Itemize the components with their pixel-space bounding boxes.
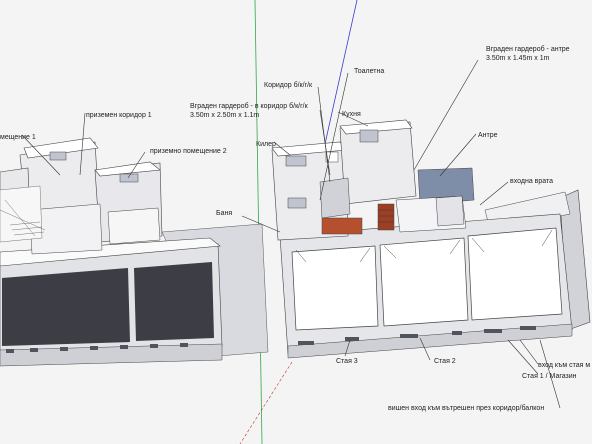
label-corridor-bkgk: Коридор б/к/г/к <box>264 81 313 89</box>
label-toilet: Тоалетна <box>354 68 384 75</box>
label-bath: Баня <box>216 210 232 217</box>
label-wardrobe-hall-size: 3.50m x 1.45m x 1m <box>486 55 550 62</box>
left-building[interactable] <box>0 137 269 367</box>
label-kitchen: Кухня <box>342 111 361 118</box>
label-entry-room1: вход към стая м <box>538 362 590 369</box>
label-wardrobe-corridor: Вграден гардероб - в коридор б/к/г/к <box>190 102 309 110</box>
red-axis <box>239 361 293 444</box>
label-wardrobe-corridor-size: 3.50m x 2.50m x 1.1m <box>190 112 259 119</box>
label-ground-corridor: приземен коридор 1 <box>86 112 152 119</box>
right-building[interactable] <box>271 119 591 359</box>
label-entrance-door: входна врата <box>510 178 553 185</box>
label-hall: Антре <box>478 132 498 139</box>
model-canvas[interactable]: мещение 1 приземен коридор 1 приземно по… <box>0 0 592 444</box>
label-room1-shop: Стая 1 / Магазин <box>522 373 577 380</box>
label-room1-left: мещение 1 <box>0 134 36 141</box>
label-room2: Стая 2 <box>434 358 456 365</box>
label-kiler: Килер <box>256 141 276 148</box>
label-room3: Стая 3 <box>336 358 358 365</box>
sketchup-viewport[interactable]: мещение 1 приземен коридор 1 приземно по… <box>0 0 592 444</box>
label-elevated-entry: вишен вход към вътрешен през коридор/бал… <box>388 404 544 412</box>
label-ground-room2: приземно помещение 2 <box>150 148 227 155</box>
label-wardrobe-hall: Вграден гардероб - антре <box>486 45 570 53</box>
